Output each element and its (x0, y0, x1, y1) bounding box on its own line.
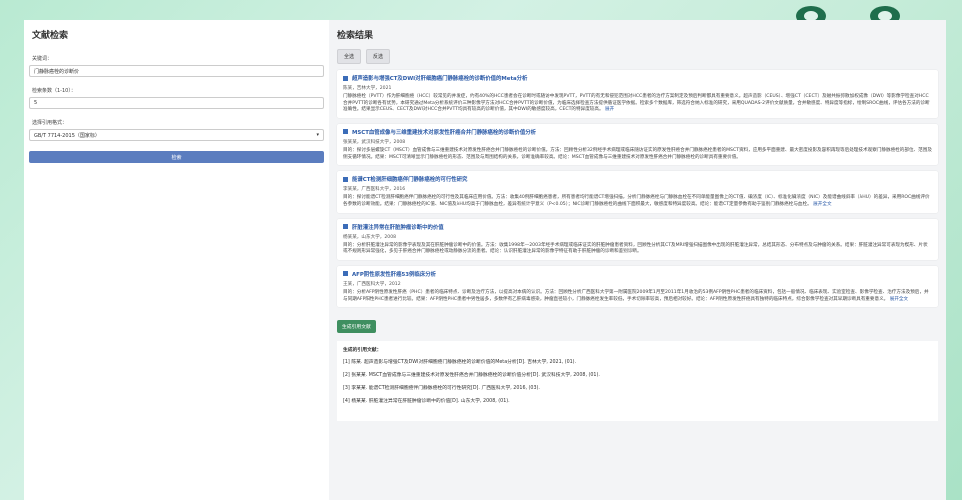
keyword-label: 关键词： (32, 56, 53, 62)
result-card: 超声造影与增强CT及DWI对肝细胞癌门静脉癌栓的诊断价值的Meta分析 陈某，吉… (337, 70, 938, 118)
search-panel: 文献检索 关键词： 门静脉癌栓的诊断价 检索条数（1-10）： 5 选择引用格式… (24, 20, 329, 500)
chevron-down-icon: ▾ (316, 132, 319, 138)
checkbox-icon[interactable] (343, 271, 348, 277)
result-meta: 陈某，吉林大学，2021 (343, 86, 392, 91)
result-title-link[interactable]: AFP阴性原发性肝癌53例临床分析 (343, 270, 932, 278)
result-card: MSCT血管成像与三维重建技术对原发性肝癌合并门静脉癌栓的诊断价值分析 张某某，… (337, 123, 938, 166)
result-abstract: 目的：分析肝脏灌注异常的影像学表现及其在肝脏肿瘤诊断中的价值。方法：收集1998… (343, 243, 932, 256)
citation-style-select[interactable]: GB/T 7714-2015（国家标） ▾ (29, 129, 324, 141)
citations-box: 生成的引用文献： [1] 陈某. 超声造影与增强CT及DWI对肝细胞癌门静脉癌栓… (337, 341, 938, 422)
result-card: 肝脏灌注异常在肝脏肿瘤诊断中的价值 杨某某，山东大学，2008 目的：分析肝脏灌… (337, 218, 938, 260)
result-title-text: 肝脏灌注异常在肝脏肿瘤诊断中的价值 (352, 224, 444, 231)
result-abstract: 门静脉癌栓（PVTT）作为肝细胞癌（HCC）较常见的并发症，约有40%的HCC患… (343, 94, 932, 114)
count-input[interactable]: 5 (29, 97, 324, 109)
expand-link[interactable]: 展开全文 (890, 297, 908, 302)
result-abstract: 目的：分析AFP阴性原发性肝癌（PHC）患者的临床特点、诊断及治疗方法，以提高对… (343, 290, 932, 303)
result-meta: 王某，广西医科大学，2012 (343, 281, 401, 287)
result-abstract-text: 目的：探讨多层螺旋CT（MSCT）血管成像与三维重建技术对原发性肝癌合并门静脉癌… (343, 147, 932, 160)
result-title-link[interactable]: 超声造影与增强CT及DWI对肝细胞癌门静脉癌栓的诊断价值的Meta分析 (343, 74, 932, 82)
result-meta: 杨某某，山东大学，2008 (343, 234, 397, 240)
count-label: 检索条数（1-10）： (32, 88, 76, 94)
invert-selection-button[interactable]: 反选 (366, 49, 391, 64)
result-meta: 李某某，广西医科大学，2016 (343, 187, 406, 193)
keyword-input[interactable]: 门静脉癌栓的诊断价 (29, 65, 324, 77)
result-abstract-text: 门静脉癌栓（PVTT）作为肝细胞癌（HCC）较常见的并发症，约有40%的HCC患… (343, 94, 930, 113)
citation-style-value: GB/T 7714-2015（国家标） (34, 132, 100, 139)
search-panel-title: 文献检索 (32, 31, 69, 41)
result-abstract-text: 目的：分析AFP阴性原发性肝癌（PHC）患者的临床特点、诊断及治疗方法，以提高对… (343, 289, 929, 302)
citation-style-label: 选择引用格式： (32, 120, 68, 126)
result-title-link[interactable]: 能谱CT检测肝细胞癌伴门静脉癌栓的可行性研究 (343, 175, 932, 183)
checkbox-icon[interactable] (343, 75, 348, 81)
result-abstract: 目的：探讨多层螺旋CT（MSCT）血管成像与三维重建技术对原发性肝癌合并门静脉癌… (343, 148, 932, 161)
results-panel: 检索结果 全选 反选 超声造影与增强CT及DWI对肝细胞癌门静脉癌栓的诊断价值的… (329, 20, 946, 500)
search-button[interactable]: 检索 (29, 151, 324, 163)
expand-link[interactable]: 展开 (605, 107, 614, 112)
result-title-text: AFP阴性原发性肝癌53例临床分析 (352, 271, 436, 278)
citation-item: [3] 李某某. 能谱CT检测肝细胞癌伴门静脉癌栓的可行性研究[D]. 广西医科… (343, 386, 540, 392)
result-title-link[interactable]: MSCT血管成像与三维重建技术对原发性肝癌合并门静脉癌栓的诊断价值分析 (343, 128, 932, 136)
citation-item: [4] 杨某某. 肝脏灌注异常在肝脏肿瘤诊断中的价值[D]. 山东大学, 200… (343, 399, 510, 405)
result-title-link[interactable]: 肝脏灌注异常在肝脏肿瘤诊断中的价值 (343, 223, 932, 231)
result-title-text: 超声造影与增强CT及DWI对肝细胞癌门静脉癌栓的诊断价值的Meta分析 (352, 76, 528, 82)
result-meta: 张某某，武汉科技大学，2008 (343, 139, 406, 145)
citation-item: [2] 张某某. MSCT血管成像与三维重建技术对原发性肝癌合并门静脉癌栓的诊断… (343, 373, 600, 379)
citations-title: 生成的引用文献： (343, 348, 382, 354)
result-card: 能谱CT检测肝细胞癌伴门静脉癌栓的可行性研究 李某某，广西医科大学，2016 目… (337, 171, 938, 213)
result-title-text: 能谱CT检测肝细胞癌伴门静脉癌栓的可行性研究 (352, 177, 468, 184)
checkbox-icon[interactable] (343, 129, 348, 135)
result-card: AFP阴性原发性肝癌53例临床分析 王某，广西医科大学，2012 目的：分析AF… (337, 265, 938, 308)
expand-link[interactable]: 展开全文 (813, 202, 831, 207)
result-abstract-text: 目的：探讨能谱CT检测肝细胞癌伴门静脉癌栓的可行性及其临床应用价值。方法：收集4… (343, 195, 930, 207)
result-title-text: MSCT血管成像与三维重建技术对原发性肝癌合并门静脉癌栓的诊断价值分析 (352, 129, 536, 136)
selection-toolbar: 全选 反选 (337, 49, 938, 64)
citation-item: [1] 陈某. 超声造影与增强CT及DWI对肝细胞癌门静脉癌栓的诊断价值的Met… (343, 360, 577, 366)
results-title: 检索结果 (337, 31, 374, 41)
checkbox-icon[interactable] (343, 224, 348, 230)
generate-citations-button[interactable]: 生成引用文献 (337, 320, 376, 334)
result-abstract: 目的：探讨能谱CT检测肝细胞癌伴门静脉癌栓的可行性及其临床应用价值。方法：收集4… (343, 195, 932, 208)
select-all-button[interactable]: 全选 (337, 49, 362, 64)
result-abstract-text: 目的：分析肝脏灌注异常的影像学表现及其在肝脏肿瘤诊断中的价值。方法：收集1998… (343, 242, 928, 255)
checkbox-icon[interactable] (343, 176, 348, 182)
